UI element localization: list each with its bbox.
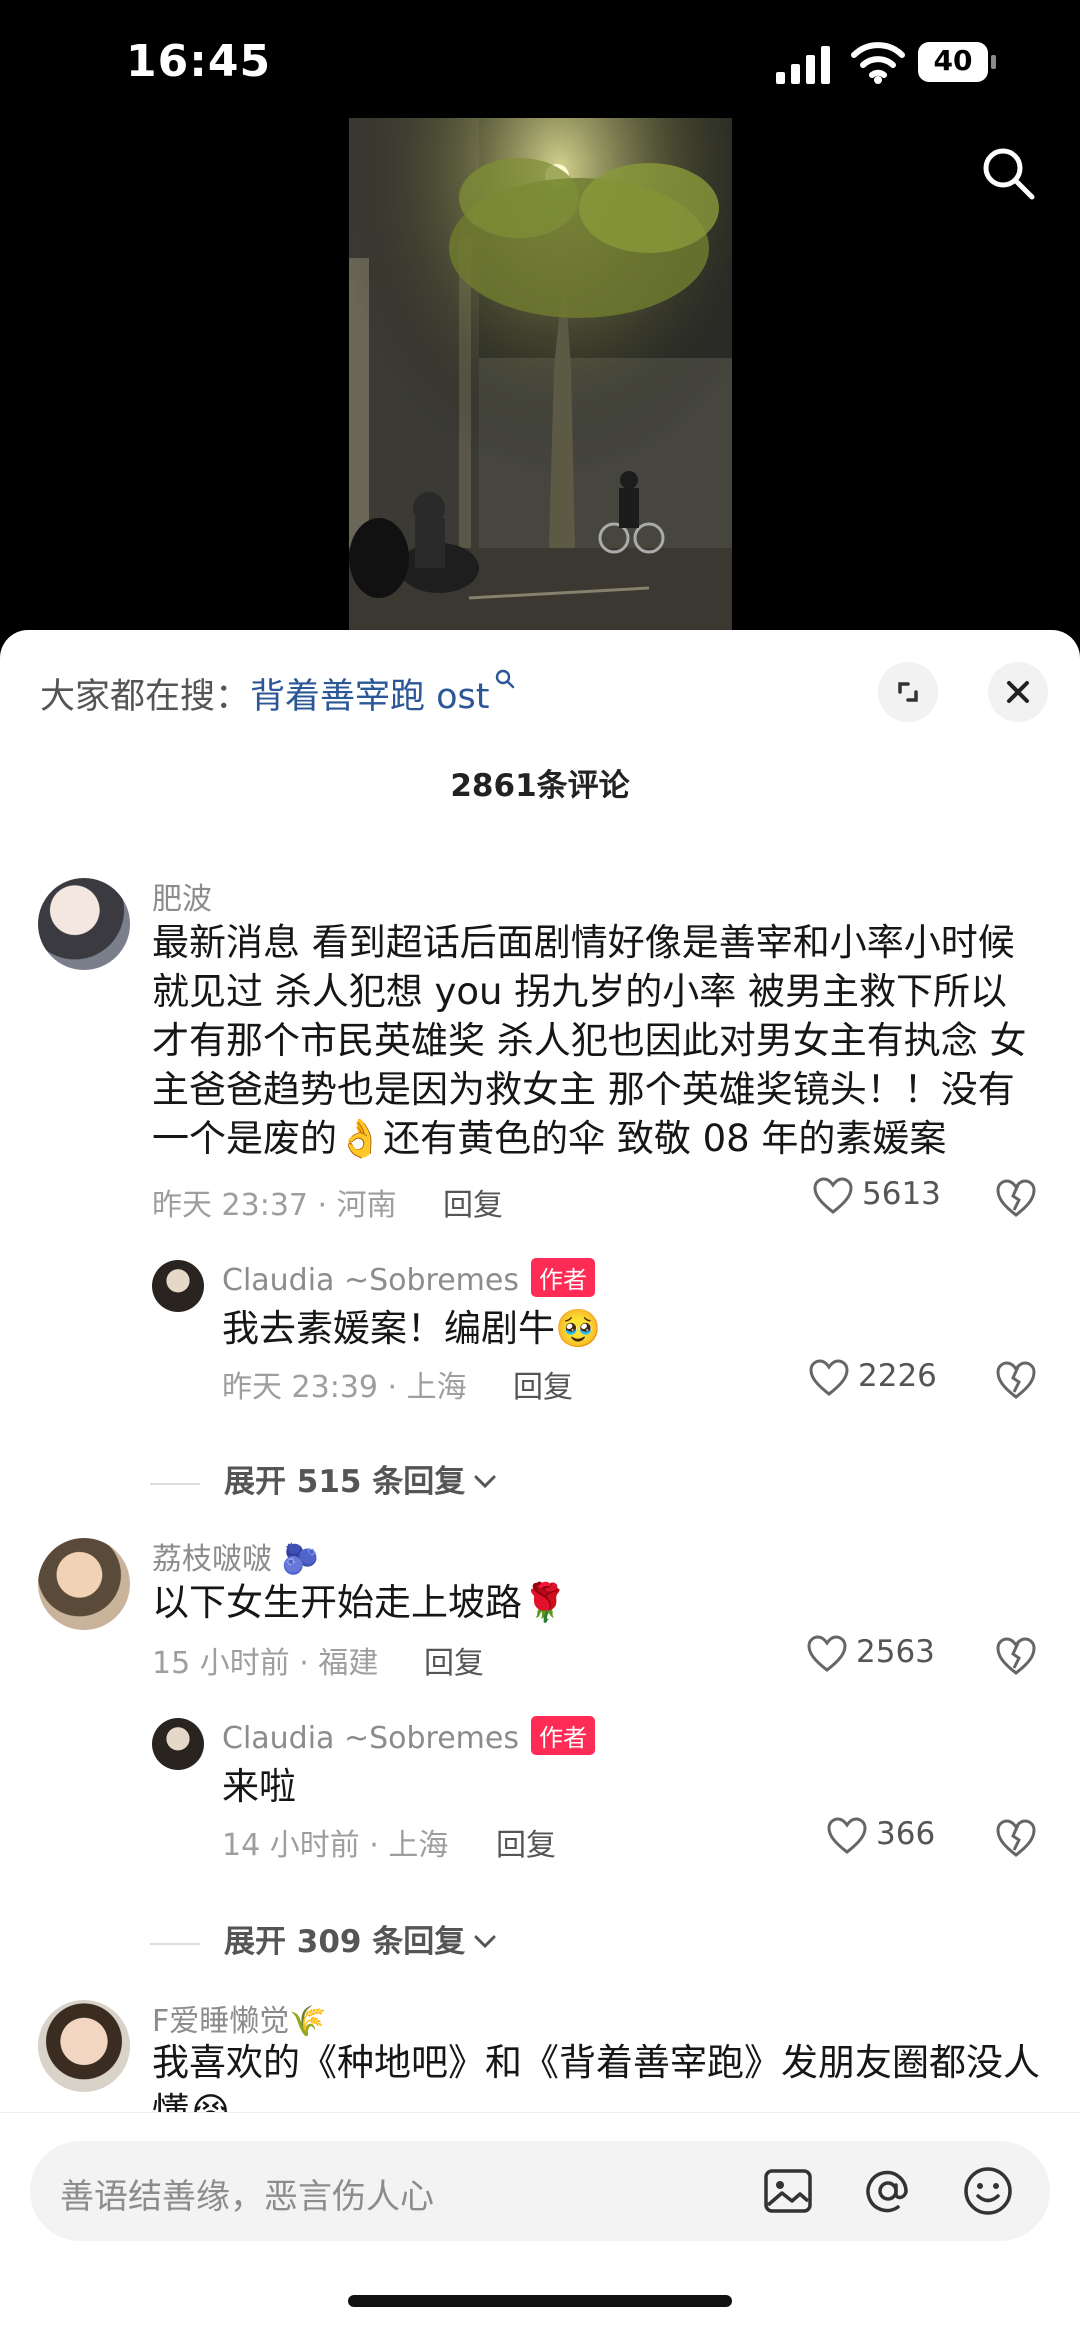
like-button[interactable]: 5613 bbox=[812, 1176, 941, 1215]
dislike-icon[interactable] bbox=[994, 1634, 1038, 1678]
comment-text: 以下女生开始走上坡路🌹 bbox=[152, 1581, 569, 1624]
like-button[interactable]: 2226 bbox=[808, 1358, 937, 1397]
emoji-icon[interactable] bbox=[960, 2163, 1016, 2219]
author-badge: 作者 bbox=[531, 1258, 595, 1297]
comment-username[interactable]: 肥波 bbox=[152, 874, 212, 918]
like-button[interactable]: 366 bbox=[826, 1816, 935, 1855]
expand-replies[interactable]: 展开 515 条回复 bbox=[150, 1456, 499, 1501]
like-count: 366 bbox=[876, 1816, 936, 1852]
battery-tip bbox=[991, 55, 996, 69]
heart-icon bbox=[827, 1816, 867, 1854]
reply-text: 我去素媛案！编剧牛🥹 bbox=[222, 1307, 602, 1350]
author-badge: 作者 bbox=[531, 1716, 595, 1755]
divider bbox=[150, 1482, 200, 1485]
search-icon bbox=[495, 669, 514, 689]
home-indicator bbox=[348, 2295, 732, 2307]
reply-button[interactable]: 回复 bbox=[496, 1820, 556, 1864]
comment-input[interactable]: 善语结善缘，恶言伤人心 bbox=[30, 2141, 1050, 2241]
expand-button[interactable] bbox=[878, 662, 938, 722]
reply-username[interactable]: Claudia ~Sobremes 作者 bbox=[222, 1716, 595, 1756]
comment-meta: 昨天 23:37 · 河南 bbox=[152, 1188, 397, 1223]
dislike-icon[interactable] bbox=[994, 1816, 1038, 1860]
avatar[interactable] bbox=[152, 1260, 204, 1312]
video-thumbnail bbox=[349, 118, 732, 630]
dislike-icon[interactable] bbox=[994, 1358, 1038, 1402]
comment-input-bar: 善语结善缘，恶言伤人心 bbox=[0, 2112, 1080, 2337]
comment-username[interactable]: 荔枝啵啵 🫐 bbox=[152, 1534, 319, 1578]
like-count: 2563 bbox=[856, 1634, 935, 1670]
trending-label: 大家都在搜： bbox=[40, 677, 251, 717]
heart-icon bbox=[807, 1634, 847, 1672]
reply-button[interactable]: 回复 bbox=[424, 1638, 484, 1682]
heart-icon bbox=[809, 1358, 849, 1396]
close-button[interactable] bbox=[988, 662, 1048, 722]
status-bar: 16:45 40 bbox=[0, 0, 1080, 120]
video-player[interactable] bbox=[349, 118, 732, 630]
reply-meta: 14 小时前 · 上海 bbox=[222, 1828, 449, 1863]
image-icon[interactable] bbox=[760, 2163, 816, 2219]
reply-username[interactable]: Claudia ~Sobremes 作者 bbox=[222, 1258, 595, 1298]
expand-replies-label: 展开 309 条回复 bbox=[224, 1924, 466, 1960]
trending-search[interactable]: 大家都在搜：背着善宰跑 ost bbox=[40, 668, 516, 719]
comment-input-placeholder: 善语结善缘，恶言伤人心 bbox=[60, 2177, 434, 2217]
comment-count: 2861条评论 bbox=[450, 768, 630, 804]
avatar[interactable] bbox=[38, 878, 130, 970]
like-button[interactable]: 2563 bbox=[806, 1634, 935, 1673]
avatar[interactable] bbox=[38, 2000, 130, 2092]
expand-icon bbox=[898, 682, 918, 702]
search-icon[interactable] bbox=[980, 145, 1036, 201]
trending-term[interactable]: 背着善宰跑 ost bbox=[250, 677, 490, 717]
at-mention-icon[interactable] bbox=[860, 2163, 916, 2219]
cellular-signal-icon bbox=[776, 46, 830, 84]
like-count: 2226 bbox=[858, 1358, 937, 1394]
expand-replies[interactable]: 展开 309 条回复 bbox=[150, 1916, 499, 1961]
battery-indicator: 40 bbox=[918, 42, 998, 82]
wifi-icon bbox=[851, 42, 905, 84]
reply-username-text: Claudia ~Sobremes bbox=[222, 1721, 519, 1756]
expand-replies-label: 展开 515 条回复 bbox=[224, 1464, 466, 1500]
reply-meta: 昨天 23:39 · 上海 bbox=[222, 1370, 467, 1405]
divider bbox=[150, 1942, 200, 1945]
close-icon bbox=[1007, 681, 1029, 703]
reply-username-text: Claudia ~Sobremes bbox=[222, 1263, 519, 1298]
reply-text: 来啦 bbox=[222, 1765, 296, 1808]
chevron-down-icon bbox=[474, 1935, 496, 1949]
like-count: 5613 bbox=[862, 1176, 941, 1212]
avatar[interactable] bbox=[38, 1538, 130, 1630]
dislike-icon[interactable] bbox=[994, 1176, 1038, 1220]
battery-level: 40 bbox=[933, 44, 973, 77]
comment-username[interactable]: F爱睡懒觉🌾 bbox=[152, 1996, 327, 2040]
avatar[interactable] bbox=[152, 1718, 204, 1770]
chevron-down-icon bbox=[474, 1475, 496, 1489]
reply-button[interactable]: 回复 bbox=[513, 1362, 573, 1406]
heart-icon bbox=[813, 1176, 853, 1214]
comment-sheet: 大家都在搜：背着善宰跑 ost 2861条评论 肥波 最新消息 看到超话后面剧情… bbox=[0, 630, 1080, 2337]
status-time: 16:45 bbox=[126, 36, 272, 87]
comment-meta: 15 小时前 · 福建 bbox=[152, 1646, 379, 1681]
reply-button[interactable]: 回复 bbox=[443, 1180, 503, 1224]
comment-text: 最新消息 看到超话后面剧情好像是善宰和小率小时候就见过 杀人犯想 you 拐九岁… bbox=[152, 921, 1027, 1160]
